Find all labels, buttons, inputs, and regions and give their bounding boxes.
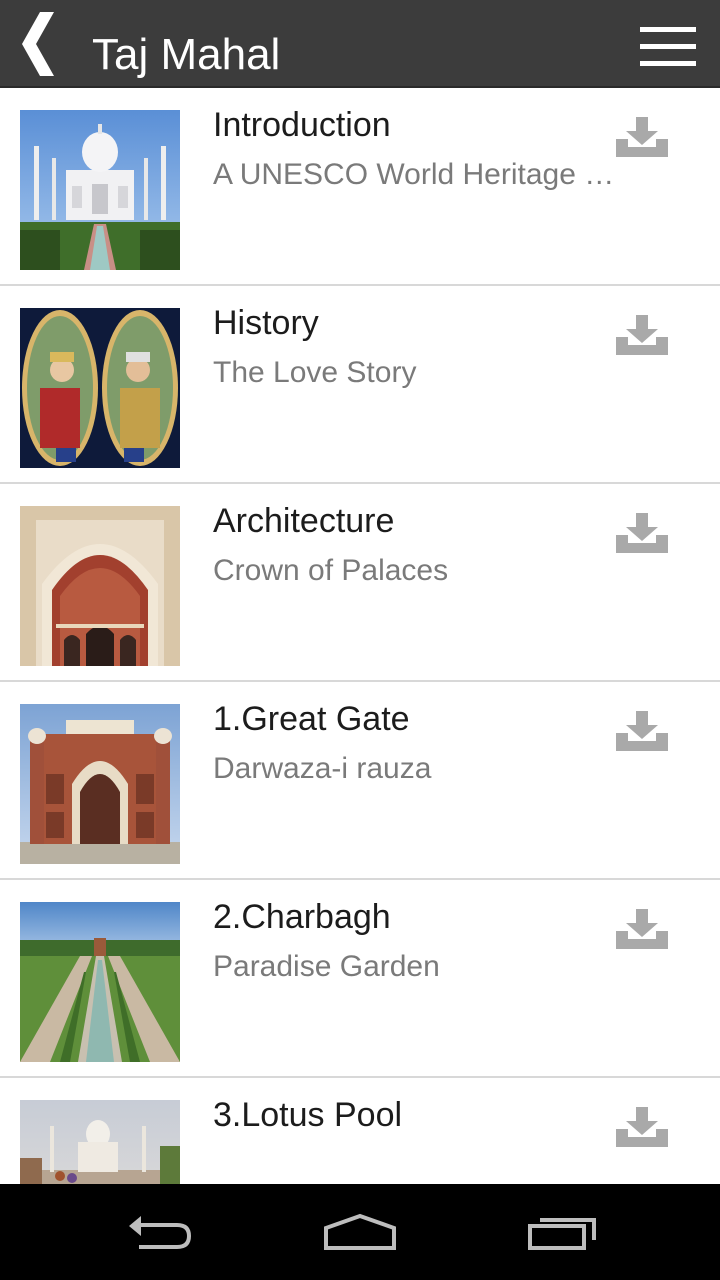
download-icon (616, 117, 668, 157)
download-icon (616, 711, 668, 751)
item-title: 3.Lotus Pool (213, 1096, 403, 1134)
list-item[interactable]: Architecture Crown of Palaces (0, 484, 720, 682)
item-title: Introduction (213, 106, 391, 144)
great-gate-thumbnail (20, 704, 180, 864)
download-button[interactable] (610, 508, 674, 558)
list-item[interactable]: 2.Charbagh Paradise Garden (0, 880, 720, 1078)
download-icon (616, 513, 668, 553)
list-item[interactable]: 3.Lotus Pool (0, 1078, 720, 1184)
download-button[interactable] (610, 706, 674, 756)
chevron-left-icon (22, 12, 54, 76)
screen: Taj Mahal Introduction A UNESCO World He… (0, 0, 720, 1280)
list-item[interactable]: 1.Great Gate Darwaza-i rauza (0, 682, 720, 880)
item-title: Architecture (213, 502, 395, 540)
nav-home-button[interactable] (300, 1202, 420, 1262)
download-icon (616, 315, 668, 355)
lotus-pool-thumbnail (20, 1100, 180, 1184)
taj-mahal-thumbnail (20, 110, 180, 270)
nav-back-icon (129, 1216, 191, 1249)
page-title: Taj Mahal (92, 30, 281, 79)
item-subtitle: Paradise Garden (213, 950, 440, 983)
item-subtitle: Darwaza-i rauza (213, 752, 432, 785)
item-subtitle: The Love Story (213, 356, 417, 389)
item-subtitle: Crown of Palaces (213, 554, 449, 587)
back-button[interactable] (8, 8, 68, 80)
download-button[interactable] (610, 904, 674, 954)
download-button[interactable] (610, 1102, 674, 1152)
nav-home-icon (324, 1213, 396, 1250)
list-item[interactable]: Introduction A UNESCO World Heritage … (0, 88, 720, 286)
nav-back-button[interactable] (100, 1202, 220, 1262)
topic-list: Introduction A UNESCO World Heritage … H… (0, 88, 720, 1184)
mughal-portraits-thumbnail (20, 308, 180, 468)
download-button[interactable] (610, 112, 674, 162)
hamburger-menu-icon (640, 27, 696, 66)
nav-recents-icon (528, 1218, 596, 1250)
download-icon (616, 1107, 668, 1147)
item-title: History (213, 304, 319, 342)
charbagh-garden-thumbnail (20, 902, 180, 1062)
item-title: 1.Great Gate (213, 700, 410, 738)
download-icon (616, 909, 668, 949)
system-nav-bar (0, 1184, 720, 1280)
list-item[interactable]: History The Love Story (0, 286, 720, 484)
iwan-arch-thumbnail (20, 506, 180, 666)
download-button[interactable] (610, 310, 674, 360)
app-bar: Taj Mahal (0, 0, 720, 88)
nav-recents-button[interactable] (502, 1202, 622, 1262)
item-title: 2.Charbagh (213, 898, 391, 936)
item-subtitle: A UNESCO World Heritage … (213, 158, 615, 191)
menu-button[interactable] (636, 22, 700, 72)
